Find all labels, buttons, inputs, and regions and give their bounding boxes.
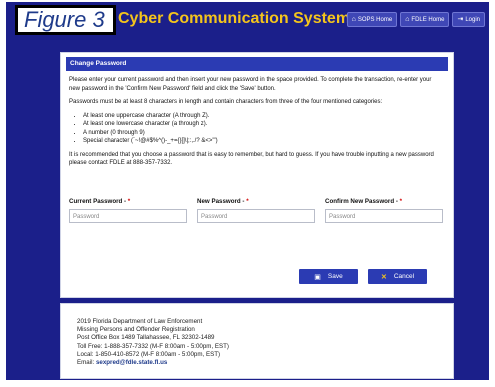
current-password-input[interactable]: Password <box>69 209 187 223</box>
new-password-label: New Password - * <box>197 197 249 205</box>
footer-local: Local: 1-850-410-8572 (M-F 8:00am - 5:00… <box>77 350 221 358</box>
app-frame: Cyber Communication System ⌂ SOPS Home ⌂… <box>6 2 489 380</box>
password-fields: Current Password - * Password New Passwo… <box>69 197 443 223</box>
rules-intro-text: Passwords must be at least 8 characters … <box>69 99 383 105</box>
cancel-label: Cancel <box>393 273 415 280</box>
sops-home-label: SOPS Home <box>357 16 393 23</box>
footer-tollfree: Toll Free: 1-888-357-7332 (M-F 8:00am - … <box>77 342 229 350</box>
top-nav: ⌂ SOPS Home ⌂ FDLE Home ⇥ Login <box>346 12 485 27</box>
footer-address: Post Office Box 1489 Tallahassee, FL 323… <box>77 334 215 342</box>
fdle-home-button[interactable]: ⌂ FDLE Home <box>400 12 450 27</box>
sops-home-button[interactable]: ⌂ SOPS Home <box>346 12 398 27</box>
current-password-group: Current Password - * Password <box>69 197 187 223</box>
footer-copyright: 2019 Florida Department of Law Enforceme… <box>77 318 203 325</box>
change-password-card: Change Password Please enter your curren… <box>60 52 454 298</box>
cancel-button[interactable]: ✕ Cancel <box>368 269 427 284</box>
instructions-text: Please enter your current password and t… <box>69 77 432 92</box>
new-password-input[interactable]: Password <box>197 209 315 223</box>
rule-number: A number (0 through 9) <box>83 129 443 138</box>
login-icon: ⇥ <box>457 16 464 23</box>
save-icon: ▣ <box>314 273 321 281</box>
confirm-password-label: Confirm New Password - * <box>325 197 403 205</box>
rule-uppercase: At least one uppercase character (A thro… <box>83 112 443 121</box>
home-icon: ⌂ <box>405 16 410 23</box>
footer-email-line: Email: sexpred@fdle.state.fl.us <box>77 359 453 367</box>
confirm-password-input[interactable]: Password <box>325 209 443 223</box>
footer: 2019 Florida Department of Law Enforceme… <box>60 303 454 379</box>
recommendation-text: It is recommended that you choose a pass… <box>69 151 434 167</box>
save-label: Save <box>327 273 343 280</box>
card-header: Change Password <box>66 57 448 71</box>
login-label: Login <box>465 16 480 23</box>
footer-unit: Missing Persons and Offender Registratio… <box>77 326 195 334</box>
password-rules-list: At least one uppercase character (A thro… <box>69 112 443 146</box>
close-icon: ✕ <box>380 273 387 281</box>
rule-special: Special character (`~!@#$%^()-_+={}[]\|;… <box>83 137 443 146</box>
current-password-label: Current Password - * <box>69 197 131 205</box>
figure-label: Figure 3 <box>15 5 116 35</box>
form-actions: ▣ Save ✕ Cancel <box>299 269 427 284</box>
new-password-group: New Password - * Password <box>197 197 315 223</box>
footer-email-label: Email: <box>77 359 95 367</box>
card-body: Please enter your current password and t… <box>61 71 453 223</box>
login-button[interactable]: ⇥ Login <box>452 12 485 27</box>
rule-lowercase: At least one lowercase character (a thro… <box>83 120 443 129</box>
save-button[interactable]: ▣ Save <box>299 269 358 284</box>
footer-email-link[interactable]: sexpred@fdle.state.fl.us <box>96 359 167 366</box>
confirm-password-group: Confirm New Password - * Password <box>325 197 443 223</box>
app-title: Cyber Communication System <box>118 10 351 27</box>
fdle-home-label: FDLE Home <box>411 16 445 23</box>
home-icon: ⌂ <box>351 16 356 23</box>
